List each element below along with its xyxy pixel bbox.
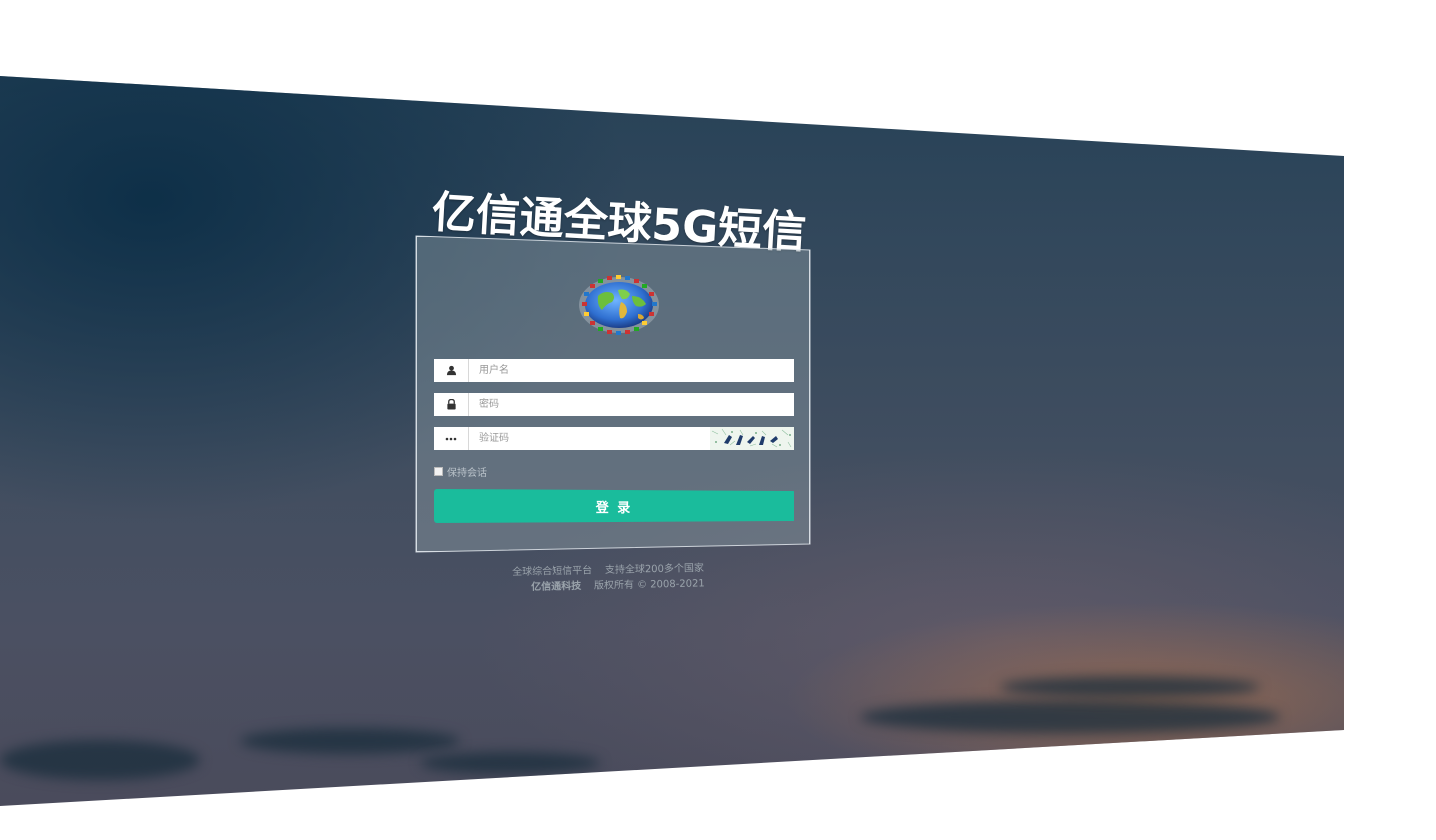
password-input[interactable] — [469, 393, 794, 416]
cloud-decoration — [0, 740, 200, 780]
captcha-image[interactable] — [710, 427, 794, 450]
password-field — [434, 393, 794, 416]
remember-label: 保持会话 — [447, 468, 487, 479]
cloud-decoration — [240, 728, 460, 754]
remember-session[interactable]: 保持会话 — [434, 464, 487, 479]
footer-copyright-text: 版权所有 © 2008-2021 — [593, 578, 705, 592]
username-input[interactable] — [469, 359, 794, 382]
cloud-decoration — [1000, 676, 1260, 698]
user-icon — [434, 359, 469, 382]
captcha-field — [434, 427, 794, 450]
dots-icon — [434, 427, 469, 450]
cloud-decoration — [860, 700, 1280, 734]
cloud-decoration — [420, 752, 600, 774]
globe-logo-icon — [579, 275, 659, 335]
page: 亿信通全球5G短信 用户名 验证码 保持会话 登 录 全球综合短信平台 支持全球… — [0, 0, 1436, 840]
footer-company: 亿信通科技 — [531, 580, 582, 593]
username-field — [434, 359, 794, 382]
lock-icon — [434, 393, 469, 416]
remember-checkbox[interactable] — [434, 467, 443, 476]
login-button[interactable]: 登 录 — [434, 489, 794, 523]
captcha-input[interactable] — [469, 427, 710, 450]
